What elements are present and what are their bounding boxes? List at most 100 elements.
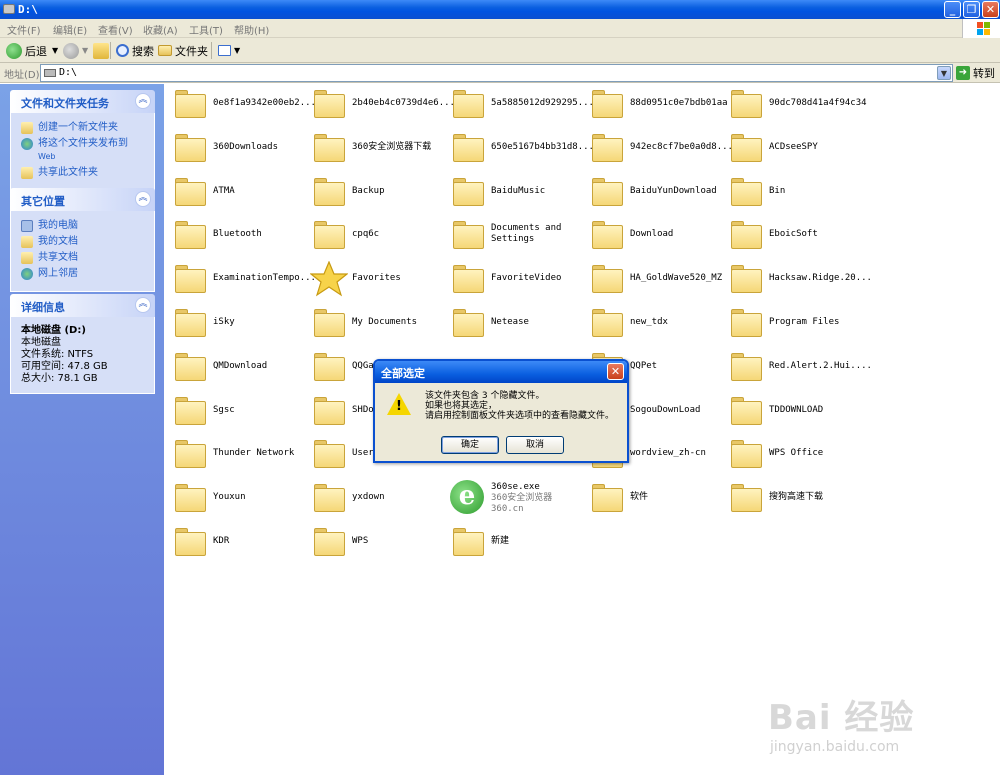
place-my-documents[interactable]: 我的文档 xyxy=(21,235,144,248)
collapse-icon[interactable]: ︽ xyxy=(135,297,151,313)
file-item[interactable]: e 360se.exe 360安全浏览器 360.cn xyxy=(446,478,584,518)
folder-icon xyxy=(731,396,762,425)
file-item[interactable]: Sgsc xyxy=(168,391,306,431)
restore-button[interactable]: ❐ xyxy=(963,1,980,18)
file-item[interactable]: 新建 xyxy=(446,522,584,562)
file-tasks-header[interactable]: 文件和文件夹任务 ︽ xyxy=(10,90,155,113)
menu-help[interactable]: 帮助(H) xyxy=(234,22,269,37)
file-item[interactable]: 650e5167b4bb31d8... xyxy=(446,128,594,168)
exe-name: 360se.exe xyxy=(491,482,540,493)
file-item[interactable]: 5a5885012d929295... xyxy=(446,84,594,124)
file-item[interactable]: iSky xyxy=(168,303,306,343)
file-name: KDR xyxy=(213,536,230,546)
file-item[interactable]: ATMA xyxy=(168,172,306,212)
new-folder-label: 创建一个新文件夹 xyxy=(38,122,118,133)
file-item[interactable]: Favorites xyxy=(307,259,445,299)
menu-view[interactable]: 查看(V) xyxy=(98,22,133,37)
folder-icon xyxy=(731,309,762,337)
share-folder-link[interactable]: 共享此文件夹 xyxy=(21,166,144,179)
minimize-button[interactable]: _ xyxy=(944,1,961,18)
dialog-title: 全部选定 xyxy=(381,367,425,380)
file-item[interactable]: BaiduYunDownload xyxy=(585,172,723,212)
file-item[interactable]: Hacksaw.Ridge.20... xyxy=(724,259,872,299)
place-network[interactable]: 网上邻居 xyxy=(21,267,144,280)
file-item[interactable]: Youxun xyxy=(168,478,306,518)
file-item[interactable]: 2b40eb4c0739d4e6... xyxy=(307,84,455,124)
file-item[interactable]: WPS Office xyxy=(724,434,862,474)
collapse-icon[interactable]: ︽ xyxy=(135,191,151,207)
file-item[interactable]: 88d0951c0e7bdb01aa xyxy=(585,84,728,124)
file-item[interactable]: 942ec8cf7be0a0d8... xyxy=(585,128,733,168)
file-item[interactable]: Download xyxy=(585,215,723,255)
place-my-computer[interactable]: 我的电脑 xyxy=(21,219,144,232)
other-places-title: 其它位置 xyxy=(21,195,65,208)
folder-icon xyxy=(592,177,623,206)
file-item[interactable]: 360Downloads xyxy=(168,128,306,168)
file-item[interactable]: Bluetooth xyxy=(168,215,306,255)
views-icon xyxy=(218,45,231,56)
file-item[interactable]: HA_GoldWave520_MZ xyxy=(585,259,723,299)
file-item[interactable]: Thunder Network xyxy=(168,434,306,474)
file-name: Thunder Network xyxy=(213,448,295,459)
views-button[interactable]: ▼ xyxy=(218,41,240,60)
back-button[interactable]: 后退 ▼ xyxy=(6,41,58,60)
file-item[interactable]: ExaminationTempo... xyxy=(168,259,316,299)
menu-favorites[interactable]: 收藏(A) xyxy=(143,22,178,37)
file-name: HA_GoldWave520_MZ xyxy=(630,273,723,284)
other-places-header[interactable]: 其它位置 ︽ xyxy=(10,188,155,211)
file-item[interactable]: My Documents xyxy=(307,303,445,343)
forward-button[interactable]: ▼ xyxy=(63,41,88,60)
file-item[interactable]: Bin xyxy=(724,172,862,212)
place-label: 我的电脑 xyxy=(38,220,78,231)
menu-edit[interactable]: 编辑(E) xyxy=(53,22,87,37)
new-folder-link[interactable]: 创建一个新文件夹 xyxy=(21,121,144,134)
drive-name: 本地磁盘 (D:) xyxy=(21,325,86,336)
place-shared-documents[interactable]: 共享文档 xyxy=(21,251,144,264)
file-item[interactable]: Red.Alert.2.Hui.... xyxy=(724,347,872,387)
file-item[interactable]: ACDseeSPY xyxy=(724,128,862,168)
file-name: cpq6c xyxy=(352,229,380,240)
file-item[interactable]: 360安全浏览器下载 xyxy=(307,128,445,168)
file-item[interactable]: TDDOWNLOAD xyxy=(724,391,862,431)
file-tasks-panel: 文件和文件夹任务 ︽ 创建一个新文件夹 将这个文件夹发布到 Web 共享此文件夹 xyxy=(10,90,155,191)
collapse-icon[interactable]: ︽ xyxy=(135,93,151,109)
dialog-close-button[interactable]: ✕ xyxy=(607,363,624,380)
ok-button[interactable]: 确定 xyxy=(441,436,499,454)
folder-icon xyxy=(314,396,345,425)
file-item[interactable]: 搜狗高速下载 xyxy=(724,478,862,518)
address-input[interactable]: D:\ ▼ xyxy=(40,64,953,82)
folder-icon xyxy=(731,177,762,206)
file-item[interactable]: yxdown xyxy=(307,478,445,518)
watermark: Bai 经验 jingyan.baidu.com xyxy=(768,690,914,755)
file-item[interactable]: new_tdx xyxy=(585,303,723,343)
cancel-button[interactable]: 取消 xyxy=(506,436,564,454)
file-item[interactable]: KDR xyxy=(168,522,306,562)
menu-tools[interactable]: 工具(T) xyxy=(189,22,223,37)
search-button[interactable]: 搜索 xyxy=(116,41,154,60)
file-item[interactable]: cpq6c xyxy=(307,215,445,255)
file-item[interactable]: WPS xyxy=(307,522,445,562)
file-item[interactable]: Documents and Settings xyxy=(446,215,584,255)
file-item[interactable]: 90dc708d41a4f94c34 xyxy=(724,84,867,124)
file-item[interactable]: FavoriteVideo xyxy=(446,259,584,299)
address-dropdown-button[interactable]: ▼ xyxy=(937,66,951,80)
menu-file[interactable]: 文件(F) xyxy=(7,22,41,37)
publish-web-link[interactable]: 将这个文件夹发布到 Web xyxy=(21,137,144,163)
folder-icon xyxy=(731,265,762,294)
file-item[interactable]: 0e8f1a9342e00eb2... xyxy=(168,84,316,124)
file-item[interactable]: Netease xyxy=(446,303,584,343)
file-item[interactable]: QMDownload xyxy=(168,347,306,387)
file-item[interactable]: 软件 xyxy=(585,478,723,518)
folders-button[interactable]: 文件夹 xyxy=(158,41,208,60)
folder-icon xyxy=(175,396,206,425)
file-item[interactable]: Program Files xyxy=(724,303,862,343)
go-button[interactable]: ➜ 转到 xyxy=(956,65,995,81)
file-item[interactable]: Backup xyxy=(307,172,445,212)
close-button[interactable]: ✕ xyxy=(982,1,999,18)
folder-icon xyxy=(453,221,484,250)
file-name: Youxun xyxy=(213,492,246,503)
file-item[interactable]: BaiduMusic xyxy=(446,172,584,212)
file-item[interactable]: EboicSoft xyxy=(724,215,862,255)
shared-folder-icon xyxy=(21,252,33,264)
details-header[interactable]: 详细信息 ︽ xyxy=(10,294,155,317)
